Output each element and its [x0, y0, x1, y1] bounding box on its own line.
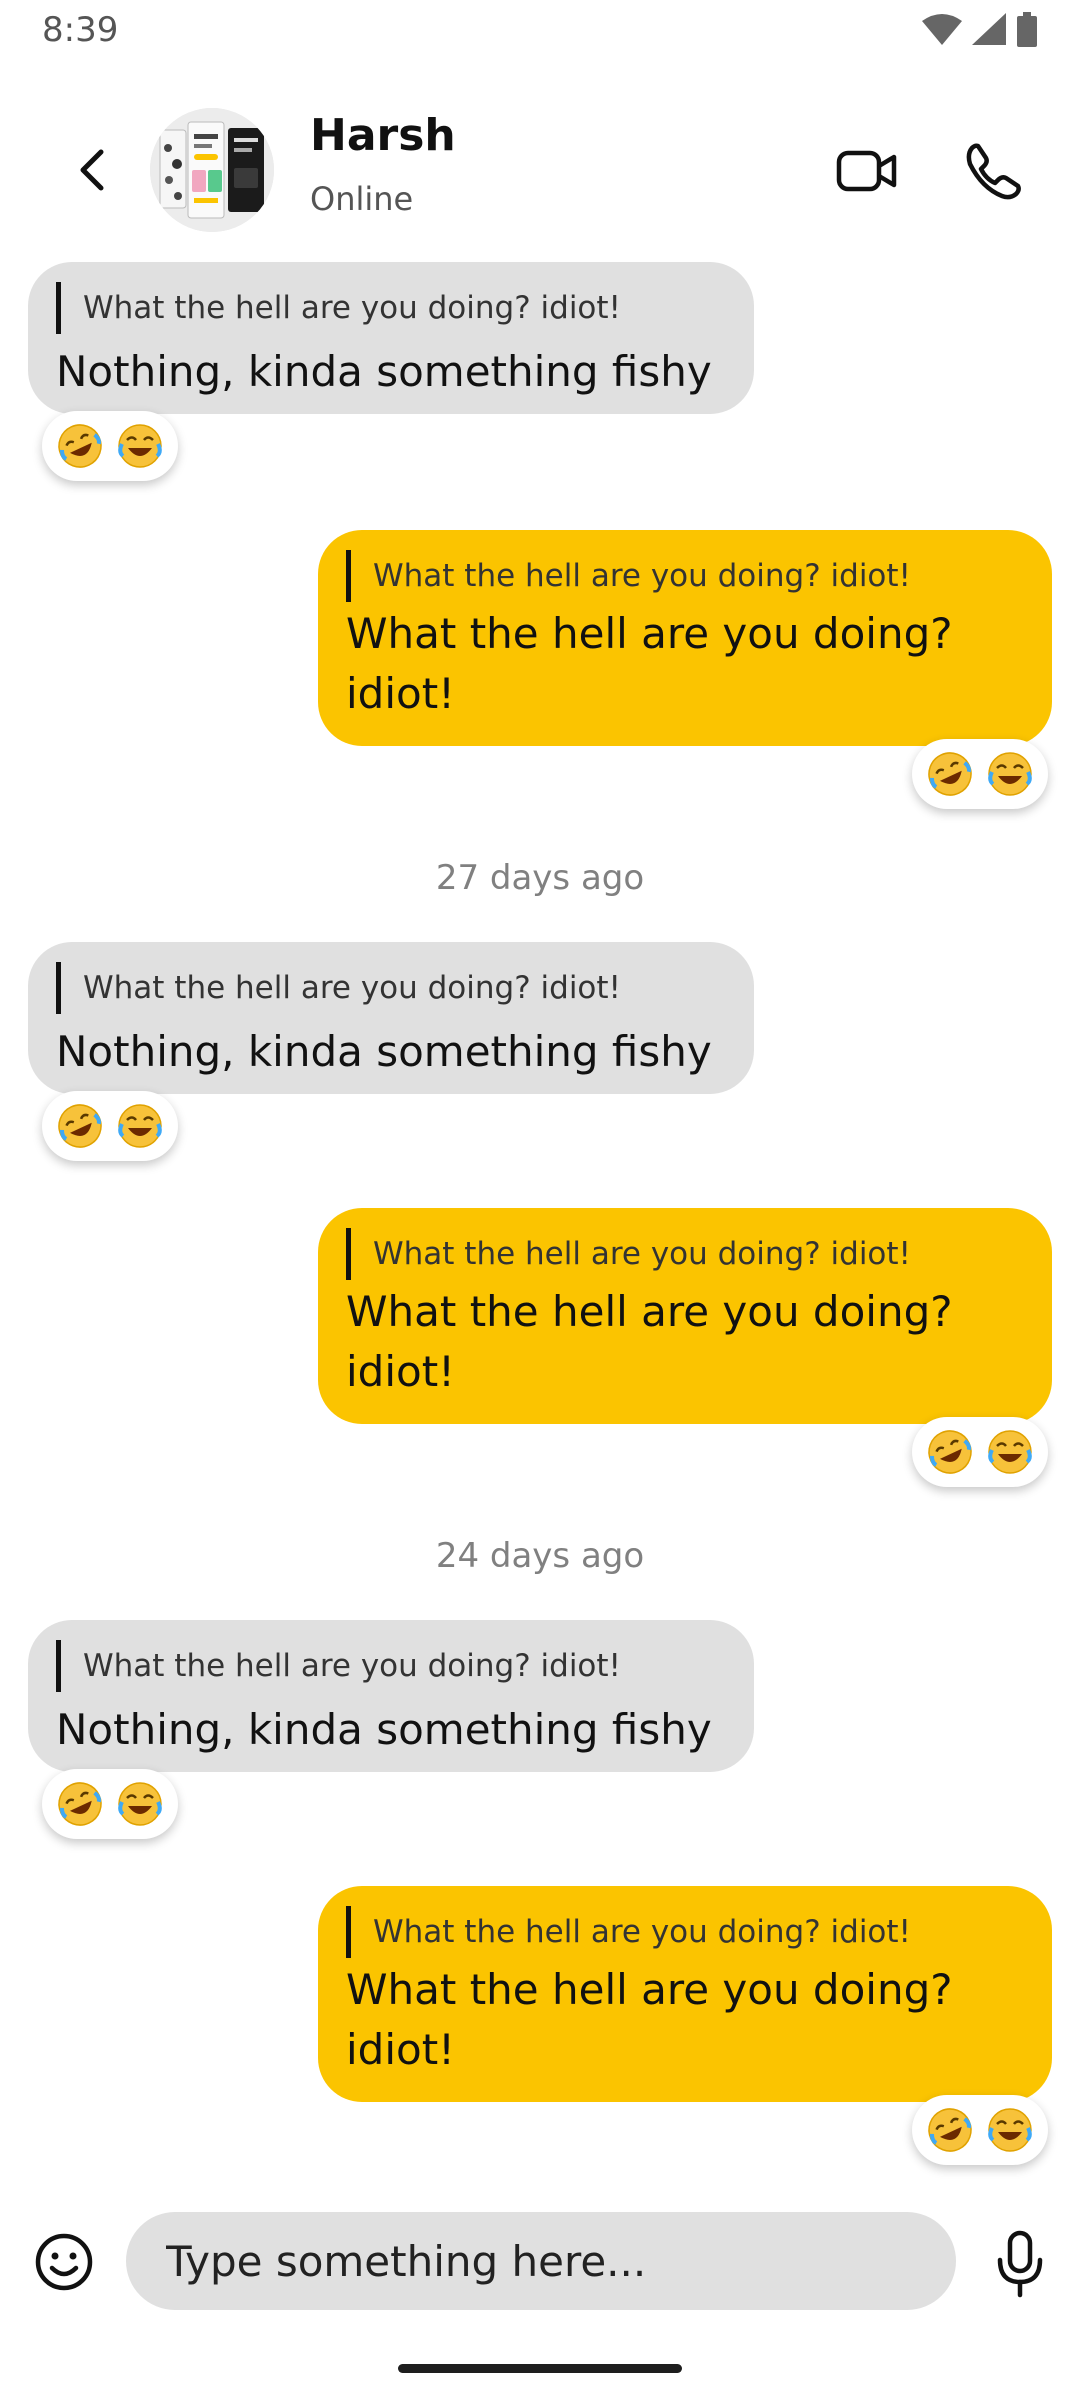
status-time: 8:39 [42, 10, 119, 50]
cellular-signal-icon [972, 13, 1006, 45]
smiley-icon [35, 2233, 93, 2291]
status-bar: 8:39 [0, 0, 1080, 64]
outgoing-message-bubble[interactable]: What the hell are you doing? idiot! What… [318, 1208, 1052, 1424]
rolling-on-floor-laughing-emoji-icon [928, 2108, 972, 2152]
rolling-on-floor-laughing-emoji-icon [58, 1782, 102, 1826]
quoted-reply: What the hell are you doing? idiot! [346, 1228, 911, 1280]
message-text: Nothing, kinda something fishy [56, 1705, 712, 1754]
message-text: Nothing, kinda something fishy [56, 1027, 712, 1076]
message-reactions[interactable] [42, 411, 178, 481]
tears-of-joy-emoji-icon [988, 752, 1032, 796]
message-text: What the hell are you doing? idiot! [346, 609, 953, 718]
quoted-reply: What the hell are you doing? idiot! [346, 1906, 911, 1958]
tears-of-joy-emoji-icon [118, 424, 162, 468]
incoming-message-bubble[interactable]: What the hell are you doing? idiot! Noth… [28, 942, 754, 1094]
message-composer [0, 2200, 1080, 2320]
message-reactions[interactable] [42, 1769, 178, 1839]
message-text: Nothing, kinda something fishy [56, 347, 712, 396]
message-reactions[interactable] [912, 739, 1048, 809]
chat-screen: 8:39 Harsh Online What the hell are you … [0, 0, 1080, 2400]
message-input[interactable] [126, 2212, 956, 2310]
quoted-reply: What the hell are you doing? idiot! [56, 282, 621, 334]
tears-of-joy-emoji-icon [118, 1104, 162, 1148]
microphone-icon [997, 2230, 1043, 2298]
message-reactions[interactable] [912, 2095, 1048, 2165]
outgoing-message-bubble[interactable]: What the hell are you doing? idiot! What… [318, 1886, 1052, 2102]
back-button[interactable] [62, 140, 122, 200]
emoji-picker-button[interactable] [30, 2228, 98, 2296]
message-reactions[interactable] [42, 1091, 178, 1161]
battery-icon [1017, 12, 1037, 47]
incoming-message-bubble[interactable]: What the hell are you doing? idiot! Noth… [28, 262, 754, 414]
wifi-icon [922, 14, 962, 45]
outgoing-message-bubble[interactable]: What the hell are you doing? idiot! What… [318, 530, 1052, 746]
status-icons [922, 12, 1038, 48]
message-text: What the hell are you doing? idiot! [346, 1287, 953, 1396]
rolling-on-floor-laughing-emoji-icon [58, 424, 102, 468]
date-separator: 24 days ago [435, 1536, 645, 1576]
contact-status: Online [310, 180, 414, 218]
rolling-on-floor-laughing-emoji-icon [928, 1430, 972, 1474]
video-call-button[interactable] [832, 136, 902, 206]
rolling-on-floor-laughing-emoji-icon [928, 752, 972, 796]
quoted-reply: What the hell are you doing? idiot! [346, 550, 911, 602]
message-reactions[interactable] [912, 1417, 1048, 1487]
quoted-reply: What the hell are you doing? idiot! [56, 1640, 621, 1692]
date-separator: 27 days ago [435, 858, 645, 898]
tears-of-joy-emoji-icon [988, 2108, 1032, 2152]
chat-header: Harsh Online [0, 100, 1080, 240]
tears-of-joy-emoji-icon [988, 1430, 1032, 1474]
rolling-on-floor-laughing-emoji-icon [58, 1104, 102, 1148]
contact-name[interactable]: Harsh [310, 110, 456, 161]
quoted-reply: What the hell are you doing? idiot! [56, 962, 621, 1014]
avatar-image [150, 108, 274, 232]
voice-record-button[interactable] [984, 2224, 1056, 2304]
message-text: What the hell are you doing? idiot! [346, 1965, 953, 2074]
incoming-message-bubble[interactable]: What the hell are you doing? idiot! Noth… [28, 1620, 754, 1772]
avatar[interactable] [150, 108, 274, 232]
tears-of-joy-emoji-icon [118, 1782, 162, 1826]
phone-icon [966, 143, 1021, 200]
chevron-left-icon [80, 149, 104, 191]
video-camera-icon [836, 150, 897, 192]
voice-call-button[interactable] [958, 136, 1028, 206]
home-indicator[interactable] [398, 2364, 682, 2373]
